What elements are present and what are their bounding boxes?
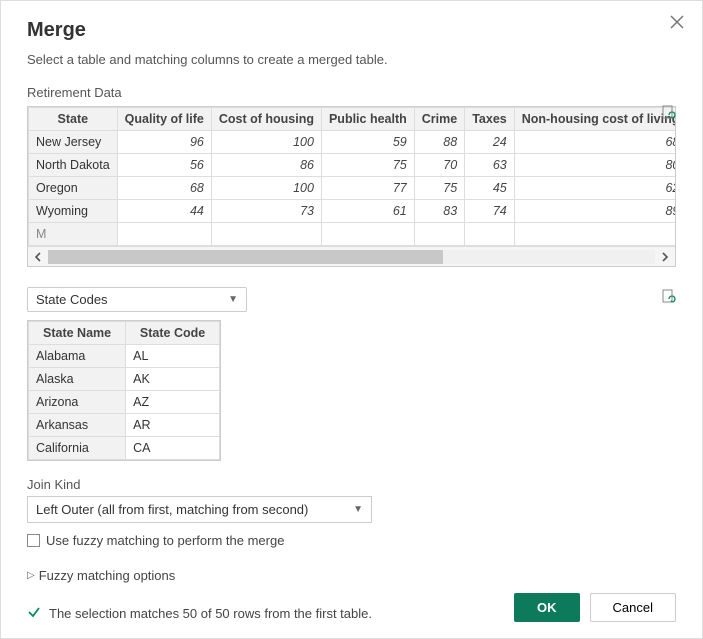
row-header-cell[interactable]: Arizona — [29, 391, 126, 414]
table-row[interactable]: AlaskaAK — [29, 368, 220, 391]
row-header-cell[interactable]: Oregon — [29, 177, 118, 200]
chevron-down-icon: ▼ — [228, 294, 238, 305]
data-cell[interactable]: AZ — [126, 391, 220, 414]
row-header-cell[interactable]: California — [29, 437, 126, 460]
dialog-title: Merge — [27, 19, 676, 42]
data-cell[interactable]: 24 — [465, 131, 515, 154]
fuzzy-matching-label: Use fuzzy matching to perform the merge — [46, 533, 284, 548]
table-row: M — [29, 223, 677, 246]
refresh-table2-icon[interactable] — [660, 289, 676, 308]
data-cell: M — [29, 223, 118, 246]
table1-hscrollbar[interactable] — [28, 246, 675, 266]
refresh-table1-icon[interactable] — [660, 105, 676, 124]
table-row[interactable]: Oregon6810077754562 — [29, 177, 677, 200]
data-cell[interactable]: 68 — [117, 177, 211, 200]
data-cell[interactable]: 74 — [465, 200, 515, 223]
table1-col-header[interactable]: Public health — [321, 108, 414, 131]
row-header-cell[interactable]: Arkansas — [29, 414, 126, 437]
table2-col-header[interactable]: State Name — [29, 322, 126, 345]
table1-col-header[interactable]: Taxes — [465, 108, 515, 131]
join-kind-label: Join Kind — [27, 477, 676, 492]
table-row[interactable]: North Dakota568675706380 — [29, 154, 677, 177]
data-cell[interactable]: CA — [126, 437, 220, 460]
data-cell — [514, 223, 676, 246]
data-cell[interactable]: 61 — [321, 200, 414, 223]
table-row[interactable]: Wyoming447361837489 — [29, 200, 677, 223]
table-row[interactable]: ArizonaAZ — [29, 391, 220, 414]
data-cell[interactable]: 45 — [465, 177, 515, 200]
row-header-cell[interactable]: Alabama — [29, 345, 126, 368]
table2-select-dropdown[interactable]: State Codes ▼ — [27, 287, 247, 312]
data-cell — [414, 223, 464, 246]
data-cell[interactable]: 100 — [211, 177, 321, 200]
data-cell — [211, 223, 321, 246]
check-icon — [27, 605, 41, 622]
chevron-down-icon: ▼ — [353, 504, 363, 515]
table1-col-header[interactable]: State — [29, 108, 118, 131]
data-cell[interactable]: 89 — [514, 200, 676, 223]
join-kind-select[interactable]: Left Outer (all from first, matching fro… — [27, 496, 372, 523]
row-header-cell[interactable]: Wyoming — [29, 200, 118, 223]
table1-col-header[interactable]: Non-housing cost of living — [514, 108, 676, 131]
fuzzy-matching-checkbox[interactable] — [27, 534, 40, 547]
data-cell[interactable]: 59 — [321, 131, 414, 154]
table1-col-header[interactable]: Cost of housing — [211, 108, 321, 131]
table-row[interactable]: New Jersey9610059882468 — [29, 131, 677, 154]
table2-col-header[interactable]: State Code — [126, 322, 220, 345]
table-row[interactable]: CaliforniaCA — [29, 437, 220, 460]
table-row[interactable]: AlabamaAL — [29, 345, 220, 368]
table1-header-row: StateQuality of lifeCost of housingPubli… — [29, 108, 677, 131]
scroll-left-icon[interactable] — [28, 247, 48, 267]
data-cell[interactable]: 77 — [321, 177, 414, 200]
data-cell[interactable]: 73 — [211, 200, 321, 223]
data-cell[interactable]: 80 — [514, 154, 676, 177]
data-cell[interactable]: 70 — [414, 154, 464, 177]
data-cell[interactable]: 68 — [514, 131, 676, 154]
table1: StateQuality of lifeCost of housingPubli… — [27, 106, 676, 267]
data-cell[interactable]: AR — [126, 414, 220, 437]
data-cell[interactable]: 83 — [414, 200, 464, 223]
scroll-thumb[interactable] — [48, 250, 443, 264]
ok-button[interactable]: OK — [514, 593, 580, 622]
row-header-cell[interactable]: North Dakota — [29, 154, 118, 177]
table2-select-value: State Codes — [36, 292, 108, 307]
data-cell[interactable]: AL — [126, 345, 220, 368]
fuzzy-options-label: Fuzzy matching options — [39, 568, 176, 583]
scroll-track[interactable] — [48, 250, 655, 264]
data-cell[interactable]: 86 — [211, 154, 321, 177]
dialog-subtitle: Select a table and matching columns to c… — [27, 52, 676, 67]
scroll-right-icon[interactable] — [655, 247, 675, 267]
table2: State NameState Code AlabamaALAlaskaAKAr… — [27, 320, 221, 461]
row-header-cell[interactable]: New Jersey — [29, 131, 118, 154]
data-cell — [321, 223, 414, 246]
data-cell[interactable]: 62 — [514, 177, 676, 200]
data-cell[interactable]: 75 — [414, 177, 464, 200]
chevron-right-icon: ▷ — [27, 570, 35, 581]
table1-col-header[interactable]: Crime — [414, 108, 464, 131]
data-cell — [465, 223, 515, 246]
fuzzy-options-expander[interactable]: ▷ Fuzzy matching options — [27, 568, 676, 583]
table1-col-header[interactable]: Quality of life — [117, 108, 211, 131]
data-cell[interactable]: 75 — [321, 154, 414, 177]
data-cell[interactable]: 96 — [117, 131, 211, 154]
data-cell[interactable]: 56 — [117, 154, 211, 177]
row-header-cell[interactable]: Alaska — [29, 368, 126, 391]
join-kind-value: Left Outer (all from first, matching fro… — [36, 502, 308, 517]
cancel-button[interactable]: Cancel — [590, 593, 676, 622]
close-icon[interactable] — [670, 15, 684, 32]
table2-header-row: State NameState Code — [29, 322, 220, 345]
table1-label: Retirement Data — [27, 85, 676, 100]
data-cell[interactable]: 100 — [211, 131, 321, 154]
match-status-text: The selection matches 50 of 50 rows from… — [49, 606, 372, 621]
data-cell[interactable]: AK — [126, 368, 220, 391]
data-cell[interactable]: 88 — [414, 131, 464, 154]
data-cell[interactable]: 44 — [117, 200, 211, 223]
data-cell[interactable]: 63 — [465, 154, 515, 177]
table-row[interactable]: ArkansasAR — [29, 414, 220, 437]
data-cell — [117, 223, 211, 246]
